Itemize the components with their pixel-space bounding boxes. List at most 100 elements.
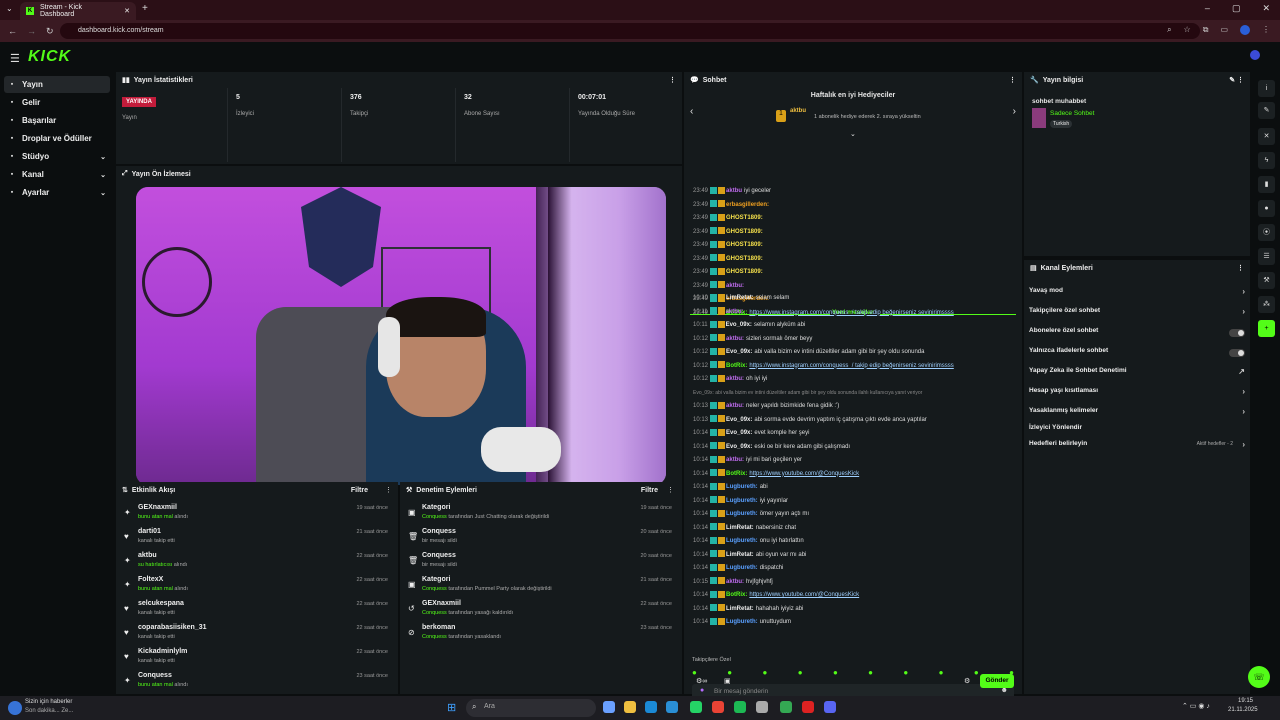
sidebar-item-5[interactable]: ▪ Kanal ⌄ [4, 166, 110, 183]
message-user[interactable]: erbasgillerden: [726, 202, 769, 208]
channel-action-row[interactable]: İzleyici Yönlendir [1029, 424, 1245, 438]
message-user[interactable]: aktbu: [726, 457, 744, 463]
list-item[interactable]: ▣ Kategori Conquess tarafından Just Chatti… [406, 502, 676, 526]
close-tab-icon[interactable]: ✕ [124, 7, 130, 15]
mic-icon[interactable]: ● [700, 687, 704, 694]
chevron-down-icon[interactable]: ⌄ [100, 189, 106, 197]
activity-filter-button[interactable]: Filtre [351, 487, 368, 494]
reload-icon[interactable]: ↻ [46, 26, 54, 37]
chat-message[interactable]: 10:14 Lugbureth: ömer yayın açtı mı [693, 509, 809, 519]
chat-message[interactable]: 23:49 GHOST1809: [693, 267, 765, 277]
user-avatar[interactable] [1250, 50, 1260, 60]
collapse-icon[interactable]: ⌄ [850, 130, 856, 138]
message-user[interactable]: Evo_09x: [726, 444, 752, 450]
list-item[interactable]: ✦ aktbu su hatırlatıcısı alındı 22 saat önc… [122, 550, 392, 574]
item-name[interactable]: aktbu [138, 552, 157, 559]
settings-app-icon[interactable] [756, 701, 768, 713]
chat-message[interactable]: 10:14 BotRix: https://www.youtube.com/@Con… [693, 469, 859, 479]
chat-message[interactable]: 10:15 aktbu: hvjfghjvhfj [693, 577, 773, 587]
chat-message[interactable]: 10:13 aktbu: neler yapıldı bizimkide fena … [693, 401, 839, 411]
chevron-down-icon[interactable]: ⌄ [100, 153, 106, 161]
maximize-button[interactable]: ▢ [1232, 3, 1241, 14]
message-user[interactable]: GHOST1809: [726, 242, 763, 248]
sidebar-item-4[interactable]: ▪ Stüdyo ⌄ [4, 148, 110, 165]
list-item[interactable]: ♥ Kickadminlylm kanalı takip etti 22 saat ö… [122, 646, 392, 670]
chat-input[interactable]: Bir mesaj gönderin [714, 688, 768, 695]
channel-action-row[interactable]: Takipçilere özel sohbet › [1029, 307, 1245, 321]
chat-message[interactable]: 10:14 LimRetat: hahahah iyiyiz abi [693, 604, 803, 614]
chat-message[interactable]: 23:49 erbasgillerden: [693, 200, 771, 210]
spotify-icon[interactable] [734, 701, 746, 713]
chat-message[interactable]: 10:12 Evo_09x: abi valla bizim ev intini d… [693, 347, 924, 357]
message-user[interactable]: Evo_09x: [726, 322, 752, 328]
chat-message[interactable]: 10:14 LimRetat: nabersiniz chat [693, 523, 796, 533]
explorer-icon[interactable] [624, 701, 636, 713]
message-user[interactable]: aktbu: [726, 403, 744, 409]
sidebar-item-3[interactable]: ▪ Droplar ve Ödüller [4, 130, 110, 147]
message-user[interactable]: aktbu: [726, 336, 744, 342]
list-item[interactable]: 🗑 Conquess bir mesajı sildi 20 saat önce [406, 550, 676, 574]
message-user[interactable]: LimRetat: [726, 552, 754, 558]
message-user[interactable]: LimRetat: [726, 525, 754, 531]
chat-message[interactable]: 10:14 aktbu: iyi mi bari geçilen yer [693, 455, 802, 465]
channel-action-row[interactable]: Yavaş mod › [1029, 287, 1245, 301]
message-link[interactable]: https://www.instagram.com/conquess_/ tak… [749, 310, 953, 316]
chevron-right-icon[interactable]: › [1242, 307, 1245, 316]
url-input[interactable]: dashboard.kick.com/stream [60, 23, 1200, 39]
send-button[interactable]: Gönder [980, 674, 1014, 688]
chat-message[interactable]: 10:14 Lugbureth: unuttuydum [693, 617, 791, 627]
prev-gifter-icon[interactable]: ‹ [690, 106, 693, 117]
taskbar-search[interactable]: ⌕ Ara [466, 699, 596, 717]
chevron-right-icon[interactable]: › [1242, 407, 1245, 416]
channel-action-row[interactable]: Hesap yaşı kısıtlaması › [1029, 387, 1245, 401]
close-window-button[interactable]: ✕ [1262, 3, 1270, 14]
windows-start-icon[interactable]: ⊞ [447, 701, 456, 714]
browser-tab[interactable]: K Stream - Kick Dashboard ✕ [20, 2, 136, 20]
chat-message[interactable]: 10:12 aktbu: oh iyi iyi [693, 374, 767, 384]
chat-settings-icon[interactable]: ⚙ [964, 677, 970, 685]
card-icon[interactable]: ▮ [1258, 176, 1275, 193]
browser-menu-icon[interactable]: ⋮ [1262, 25, 1270, 35]
activity-more-icon[interactable]: ⋮ [385, 486, 392, 494]
chat-message[interactable]: Evo_09x: abi valla bizim ev intini düzel… [693, 388, 924, 398]
clock-date[interactable]: 21.11.2025 [1228, 707, 1258, 713]
message-link[interactable]: https://www.youtube.com/@ConquesKick [749, 471, 859, 477]
channel-action-row[interactable]: Yapay Zeka ile Sohbet Denetimi ↗ [1029, 367, 1245, 381]
sidebar-item-1[interactable]: ▪ Gelir [4, 94, 110, 111]
message-user[interactable]: GHOST1809: [726, 229, 763, 235]
sidebar-item-2[interactable]: ▪ Başarılar [4, 112, 110, 129]
message-user[interactable]: Evo_09x: [726, 430, 752, 436]
forward-icon[interactable]: → [27, 26, 36, 37]
channel-action-row[interactable]: Yasaklanmış kelimeler › [1029, 407, 1245, 421]
channel-actions-menu-icon[interactable]: ⋮ [1237, 264, 1244, 272]
chat-message[interactable]: 10:14 Lugbureth: iyi yayınlar [693, 496, 788, 506]
list-item[interactable]: ⊘ berkoman Conquess tarafından yasaklandı 2… [406, 622, 676, 646]
message-user[interactable]: Lugbureth: [726, 619, 758, 625]
message-user[interactable]: LimRetat: [726, 606, 754, 612]
new-tab-button[interactable]: + [142, 3, 148, 14]
toggle-switch[interactable] [1229, 329, 1245, 337]
list-item[interactable]: ♥ coparabasiisiken_31 kanalı takip etti 22 … [122, 622, 392, 646]
profile-avatar[interactable] [1240, 25, 1250, 35]
users-rail-icon[interactable]: ⁂ [1258, 296, 1275, 313]
channel-action-row[interactable]: Hedefleri belirleyin › Aktif hedefler - 2 [1029, 440, 1245, 454]
next-gifter-icon[interactable]: › [1013, 106, 1016, 117]
emoji-icon[interactable]: ☻ [1001, 687, 1008, 694]
chat-message[interactable]: 10:12 BotRix: https://www.instagram.com/co… [693, 361, 954, 371]
message-link[interactable]: https://www.instagram.com/conquess_/ tak… [749, 363, 953, 369]
chat-message[interactable]: 10:14 Lugbureth: dispatchi [693, 563, 783, 573]
item-name[interactable]: FoltexX [138, 576, 163, 583]
list-item[interactable]: ♥ darti01 kanalı takip etti 21 saat önce [122, 526, 392, 550]
news-widget-icon[interactable] [8, 701, 22, 715]
list-item[interactable]: ✦ Conquess bunu atan mal alındı 23 saat önc… [122, 670, 392, 694]
chat-rail-icon[interactable]: ● [1258, 200, 1275, 217]
item-name[interactable]: GEXnaxmiil [422, 600, 461, 607]
item-name[interactable]: Kickadminlylm [138, 648, 187, 655]
chat-message[interactable]: 23:49 GHOST1809: [693, 240, 765, 250]
chrome-icon[interactable] [712, 701, 724, 713]
chat-message[interactable]: 23:49 GHOST1809: [693, 213, 765, 223]
edit-info-icon[interactable]: ✎ ⋮ [1229, 76, 1244, 84]
news-sub[interactable]: Son dakika... Ze... [25, 708, 73, 714]
message-user[interactable]: LimRetat: [726, 295, 754, 301]
chat-message[interactable]: 10:11 aktbu: [693, 307, 746, 317]
